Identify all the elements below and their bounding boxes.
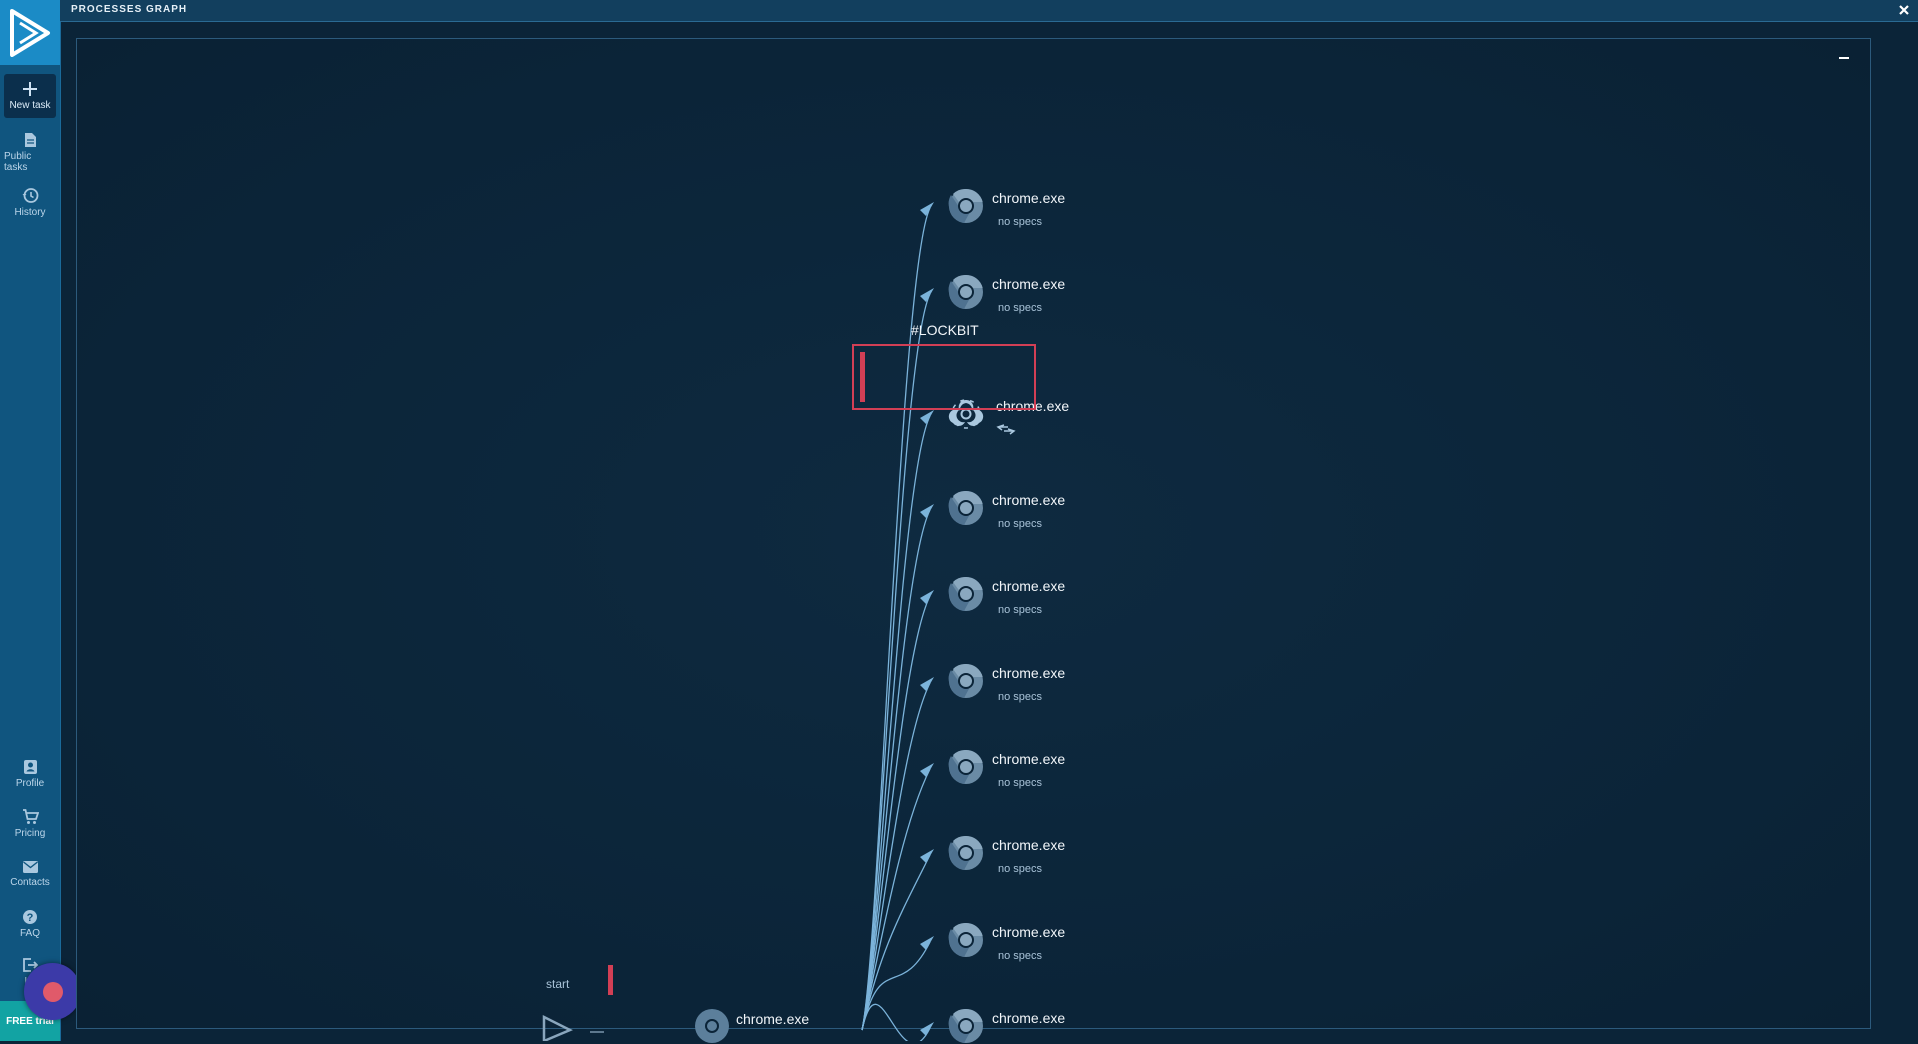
arrow-head-icon bbox=[920, 936, 934, 950]
arrow-head-icon bbox=[920, 410, 934, 424]
process-specs: no specs bbox=[998, 863, 1043, 875]
process-specs: no specs bbox=[998, 691, 1043, 703]
process-name: chrome.exe bbox=[992, 665, 1066, 681]
chrome-icon bbox=[948, 663, 983, 698]
process-name: chrome.exe bbox=[992, 492, 1066, 508]
process-specs: no specs bbox=[998, 302, 1043, 314]
process-name: chrome.exe bbox=[992, 276, 1066, 292]
arrow-head-icon bbox=[920, 849, 934, 863]
process-specs: no specs bbox=[998, 777, 1043, 789]
process-name: chrome.exe bbox=[992, 837, 1066, 853]
chrome-icon bbox=[948, 922, 983, 957]
arrow-head-icon bbox=[920, 763, 934, 777]
arrow-head-icon bbox=[920, 590, 934, 604]
start-icon bbox=[542, 1014, 573, 1041]
chrome-icon bbox=[948, 490, 983, 525]
process-name: chrome.exe bbox=[992, 578, 1066, 594]
process-name: chrome.exe bbox=[992, 1010, 1066, 1026]
process-specs: no specs bbox=[998, 216, 1043, 228]
process-edge bbox=[861, 682, 931, 1031]
malicious-node-frame[interactable] bbox=[852, 344, 1036, 410]
process-specs: no specs bbox=[998, 950, 1043, 962]
chrome-icon bbox=[695, 1009, 729, 1043]
arrow-head-icon bbox=[920, 288, 934, 302]
process-name: chrome.exe bbox=[992, 751, 1066, 767]
chrome-icon bbox=[948, 188, 983, 223]
process-name: chrome.exe bbox=[736, 1011, 810, 1027]
process-specs: no specs bbox=[998, 518, 1043, 530]
network-icon bbox=[996, 424, 1016, 435]
arrow-head-icon bbox=[920, 677, 934, 691]
process-edge bbox=[861, 1003, 931, 1041]
chrome-icon bbox=[948, 749, 983, 784]
arrow-head-icon bbox=[920, 1022, 934, 1036]
chrome-icon bbox=[948, 1008, 983, 1043]
process-name: chrome.exe bbox=[992, 924, 1066, 940]
process-specs: no specs bbox=[998, 604, 1043, 616]
arrow-head-icon bbox=[920, 202, 934, 216]
chrome-icon bbox=[948, 274, 983, 309]
chrome-icon bbox=[948, 835, 983, 870]
start-label: start bbox=[546, 977, 570, 991]
threat-bar bbox=[608, 965, 613, 995]
process-name: chrome.exe bbox=[992, 190, 1066, 206]
threat-bar bbox=[860, 352, 865, 402]
chrome-icon bbox=[948, 576, 983, 611]
malware-tag: #LOCKBIT bbox=[911, 322, 979, 338]
arrow-head-icon bbox=[920, 504, 934, 518]
